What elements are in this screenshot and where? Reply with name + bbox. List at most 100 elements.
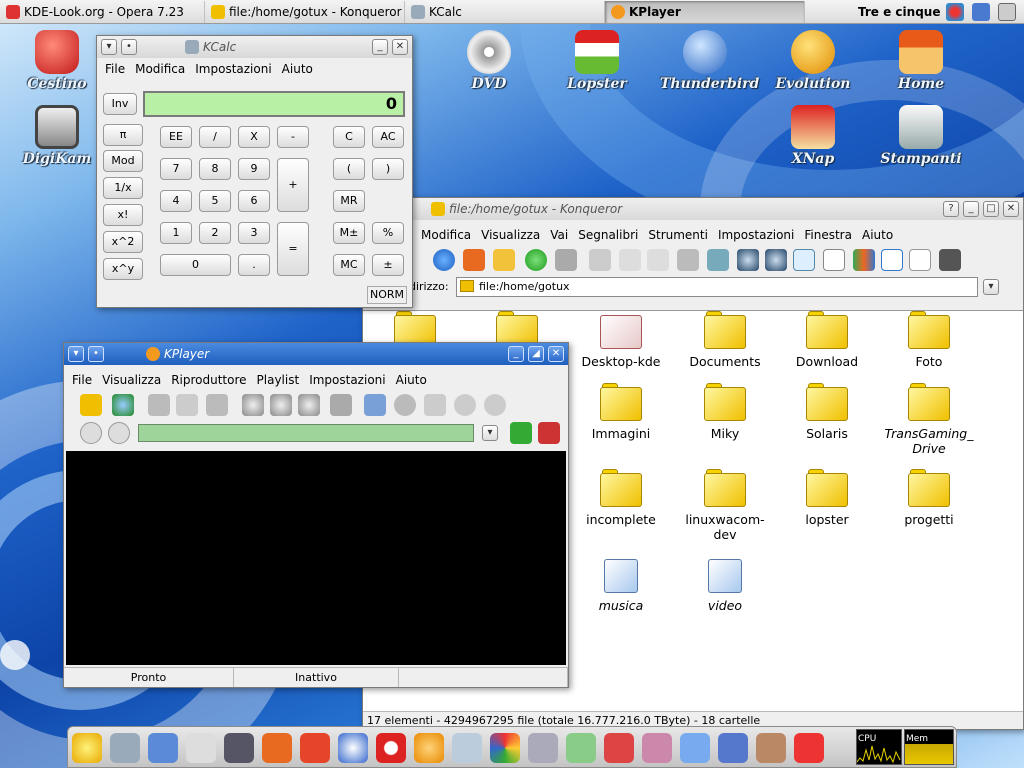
maximize-button[interactable]: ◢ bbox=[528, 346, 544, 362]
pi-button[interactable]: π bbox=[103, 124, 143, 146]
tree-view-icon[interactable] bbox=[853, 249, 875, 271]
open-url-icon[interactable] bbox=[112, 394, 134, 416]
help-button[interactable]: ? bbox=[943, 201, 959, 217]
view-mode-icon[interactable] bbox=[823, 249, 845, 271]
desktop-icon-dvd[interactable]: DVD bbox=[444, 30, 534, 92]
inv-button[interactable]: Inv bbox=[103, 93, 137, 115]
close-button[interactable]: ✕ bbox=[1003, 201, 1019, 217]
network-icon[interactable] bbox=[946, 3, 964, 21]
menu-file[interactable]: File bbox=[72, 373, 92, 387]
terminal-icon[interactable] bbox=[224, 733, 254, 763]
paste-icon[interactable] bbox=[647, 249, 669, 271]
menu-strumenti[interactable]: Strumenti bbox=[648, 228, 708, 242]
open-folder-icon[interactable] bbox=[80, 394, 102, 416]
desktop-icon-digikam[interactable]: DigiKam bbox=[12, 105, 102, 167]
display-icon[interactable] bbox=[718, 733, 748, 763]
menu-aiuto[interactable]: Aiuto bbox=[396, 373, 427, 387]
split-view-icon[interactable] bbox=[881, 249, 903, 271]
new-window-icon[interactable] bbox=[909, 249, 931, 271]
desktop-icon-lopster[interactable]: Lopster bbox=[552, 30, 642, 92]
menu-finestra[interactable]: Finestra bbox=[804, 228, 852, 242]
all-clear-button[interactable]: AC bbox=[372, 126, 404, 148]
menu-segnalibri[interactable]: Segnalibri bbox=[578, 228, 638, 242]
task-kcalc[interactable]: KCalc bbox=[405, 0, 605, 23]
menu-modifica[interactable]: Modifica bbox=[135, 62, 185, 76]
zoom-in-icon[interactable] bbox=[242, 394, 264, 416]
minimize-button[interactable]: _ bbox=[963, 201, 979, 217]
mail-icon[interactable] bbox=[756, 733, 786, 763]
window-menu-button[interactable]: ▾ bbox=[101, 39, 117, 55]
menu-aiuto[interactable]: Aiuto bbox=[862, 228, 893, 242]
mod-button[interactable]: Mod bbox=[103, 150, 143, 172]
kword-icon[interactable] bbox=[680, 733, 710, 763]
reload-icon[interactable] bbox=[525, 249, 547, 271]
sticky-button[interactable]: • bbox=[121, 39, 137, 55]
factorial-button[interactable]: x! bbox=[103, 204, 143, 226]
kplayer-icon[interactable] bbox=[414, 733, 444, 763]
plus-button[interactable]: + bbox=[277, 158, 309, 212]
kplayer-titlebar[interactable]: ▾ • KPlayer _ ◢ ✕ bbox=[64, 343, 568, 365]
copy-icon[interactable] bbox=[619, 249, 641, 271]
file-item-lopster[interactable]: lopster bbox=[777, 469, 877, 527]
memory-recall-button[interactable]: MR bbox=[333, 190, 365, 212]
menu-aiuto[interactable]: Aiuto bbox=[282, 62, 313, 76]
window-menu-button[interactable]: ▾ bbox=[68, 346, 84, 362]
icon-view-icon[interactable] bbox=[793, 249, 815, 271]
menu-playlist[interactable]: Playlist bbox=[257, 373, 300, 387]
menu-impostazioni[interactable]: Impostazioni bbox=[195, 62, 271, 76]
saturation-icon[interactable] bbox=[484, 394, 506, 416]
konqueror-titlebar[interactable]: file:/home/gotux - Konqueror ? _ □ ✕ bbox=[363, 198, 1023, 220]
pause-icon[interactable] bbox=[176, 394, 198, 416]
file-item-miky[interactable]: Miky bbox=[675, 383, 775, 441]
volume-icon[interactable] bbox=[364, 394, 386, 416]
memory-plus-minus-button[interactable]: M± bbox=[333, 222, 365, 244]
control-center-icon[interactable] bbox=[148, 733, 178, 763]
klipper-icon[interactable] bbox=[972, 3, 990, 21]
zoom-fit-icon[interactable] bbox=[298, 394, 320, 416]
digit-3-button[interactable]: 3 bbox=[238, 222, 270, 244]
next-icon[interactable] bbox=[108, 422, 130, 444]
menu-modifica[interactable]: Modifica bbox=[421, 228, 471, 242]
firefox-icon[interactable] bbox=[300, 733, 330, 763]
zoom-out-icon[interactable] bbox=[270, 394, 292, 416]
digit-5-button[interactable]: 5 bbox=[199, 190, 231, 212]
close-paren-button[interactable]: ) bbox=[372, 158, 404, 180]
file-item-linuxwacom-dev[interactable]: linuxwacom- dev bbox=[675, 469, 775, 542]
cut-icon[interactable] bbox=[589, 249, 611, 271]
loop-icon[interactable] bbox=[510, 422, 532, 444]
stop-icon[interactable] bbox=[206, 394, 228, 416]
power-button[interactable]: x^y bbox=[103, 258, 143, 280]
menu-file[interactable]: File bbox=[105, 62, 125, 76]
desktop-icon-xnap[interactable]: XNap bbox=[768, 105, 858, 167]
play-icon[interactable] bbox=[148, 394, 170, 416]
text-editor-icon[interactable] bbox=[566, 733, 596, 763]
file-item-video[interactable]: video bbox=[675, 555, 775, 613]
close-button[interactable]: ✕ bbox=[548, 346, 564, 362]
brightness-icon[interactable] bbox=[424, 394, 446, 416]
divide-button[interactable]: / bbox=[199, 126, 231, 148]
gamepad-icon[interactable] bbox=[110, 733, 140, 763]
clear-button[interactable]: C bbox=[333, 126, 365, 148]
task-kplayer[interactable]: KPlayer bbox=[605, 0, 805, 23]
file-item-foto[interactable]: Foto bbox=[879, 311, 979, 369]
digit-7-button[interactable]: 7 bbox=[160, 158, 192, 180]
playlist-dropdown-button[interactable]: ▾ bbox=[482, 425, 498, 441]
audio-icon[interactable] bbox=[452, 733, 482, 763]
file-item-transgaming-drive[interactable]: TransGaming_ Drive bbox=[879, 383, 979, 456]
cpu-monitor[interactable]: CPU bbox=[856, 729, 902, 765]
square-button[interactable]: x^2 bbox=[103, 231, 143, 253]
opera-icon[interactable] bbox=[376, 733, 406, 763]
desktop-icon-thunderbird[interactable]: Thunderbird bbox=[660, 30, 759, 92]
file-item-musica[interactable]: musica bbox=[571, 555, 671, 613]
digit-6-button[interactable]: 6 bbox=[238, 190, 270, 212]
digit-9-button[interactable]: 9 bbox=[238, 158, 270, 180]
home-icon[interactable] bbox=[463, 249, 485, 271]
sticky-button[interactable]: • bbox=[88, 346, 104, 362]
menu-visualizza[interactable]: Visualizza bbox=[102, 373, 161, 387]
desktop-icon-home[interactable]: Home bbox=[876, 30, 966, 92]
memory-monitor[interactable]: Mem bbox=[904, 729, 954, 765]
menu-visualizza[interactable]: Visualizza bbox=[481, 228, 540, 242]
file-item-desktop-kde[interactable]: Desktop-kde bbox=[571, 311, 671, 369]
open-paren-button[interactable]: ( bbox=[333, 158, 365, 180]
digit-0-button[interactable]: 0 bbox=[160, 254, 231, 276]
